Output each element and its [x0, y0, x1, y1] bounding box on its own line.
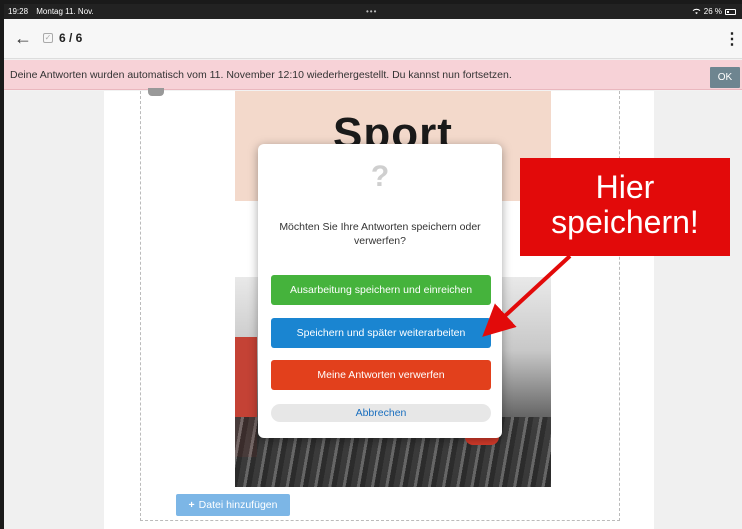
app-frame: 19:28 Montag 11. Nov. ••• 26 % ← ✓ 6 / 6…	[4, 4, 742, 529]
callout-arrow	[482, 254, 572, 337]
